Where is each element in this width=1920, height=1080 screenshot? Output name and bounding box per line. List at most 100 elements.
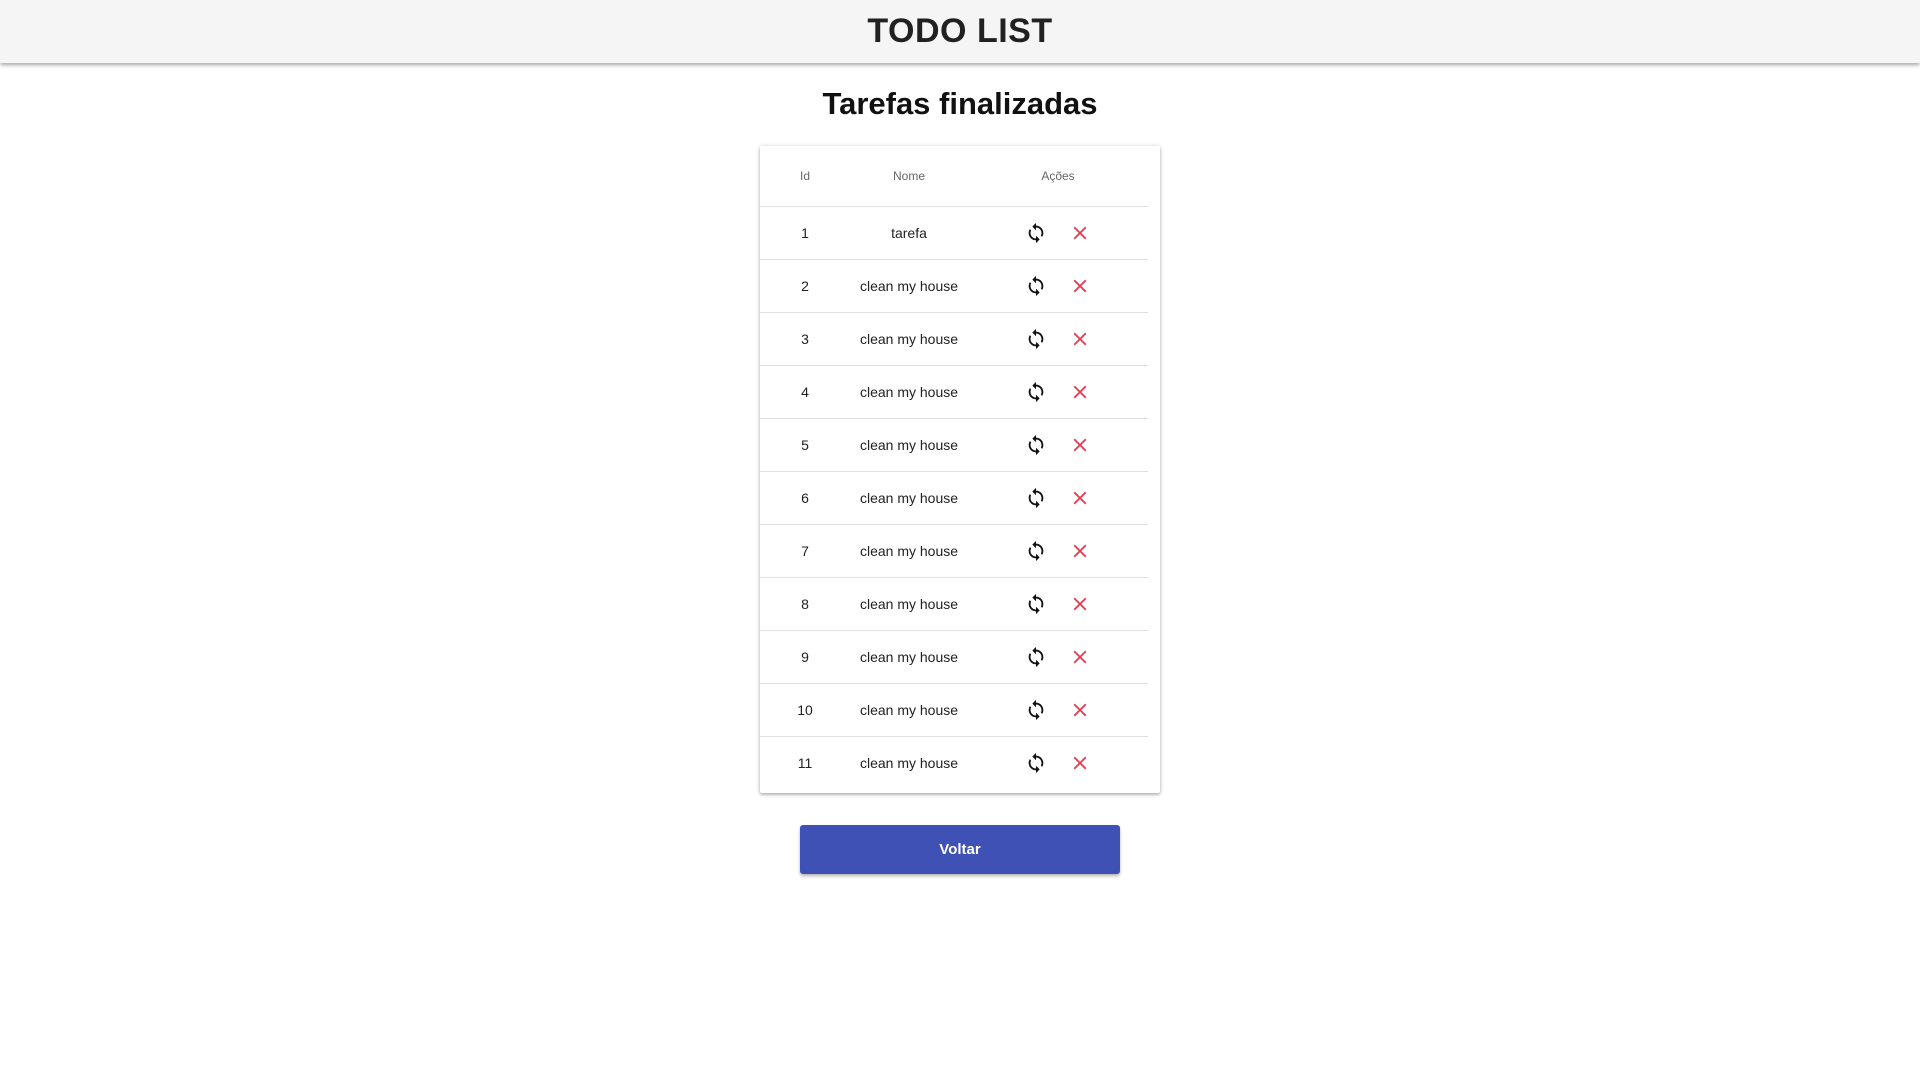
close-icon: [1069, 540, 1091, 562]
row-actions: [968, 578, 1148, 630]
app-title: TODO LIST: [867, 12, 1053, 50]
table-row: 9 clean my house: [760, 630, 1148, 684]
delete-task-button[interactable]: [1066, 431, 1094, 459]
delete-task-button[interactable]: [1066, 325, 1094, 353]
task-actions-cell: [968, 524, 1148, 578]
table-header-row: Id Nome Ações: [760, 146, 1148, 207]
task-actions-cell: [968, 630, 1148, 684]
task-name-cell: clean my house: [850, 365, 968, 419]
row-actions: [968, 525, 1148, 577]
restore-task-button[interactable]: [1022, 696, 1050, 724]
close-icon: [1069, 328, 1091, 350]
task-name-cell: clean my house: [850, 524, 968, 578]
row-actions: [968, 631, 1148, 683]
delete-task-button[interactable]: [1066, 484, 1094, 512]
restore-icon: [1025, 593, 1047, 615]
task-id-cell: 5: [760, 418, 850, 472]
task-name-cell: clean my house: [850, 630, 968, 684]
task-actions-cell: [968, 577, 1148, 631]
close-icon: [1069, 646, 1091, 668]
close-icon: [1069, 222, 1091, 244]
table-row: 11 clean my house: [760, 737, 1148, 790]
restore-task-button[interactable]: [1022, 484, 1050, 512]
task-name-cell: clean my house: [850, 418, 968, 472]
task-actions-cell: [968, 471, 1148, 525]
table-row: 7 clean my house: [760, 524, 1148, 578]
task-actions-cell: [968, 365, 1148, 419]
close-icon: [1069, 381, 1091, 403]
delete-task-button[interactable]: [1066, 537, 1094, 565]
table-row: 2 clean my house: [760, 259, 1148, 313]
delete-task-button[interactable]: [1066, 696, 1094, 724]
delete-task-button[interactable]: [1066, 272, 1094, 300]
restore-task-button[interactable]: [1022, 431, 1050, 459]
column-header-name: Nome: [850, 146, 968, 207]
table-body: 1 tarefa 2 clean my house 3 clean my hou…: [760, 206, 1148, 790]
restore-icon: [1025, 275, 1047, 297]
row-actions: [968, 472, 1148, 524]
task-name-cell: clean my house: [850, 471, 968, 525]
task-actions-cell: [968, 206, 1148, 260]
delete-task-button[interactable]: [1066, 643, 1094, 671]
row-actions: [968, 684, 1148, 736]
restore-icon: [1025, 487, 1047, 509]
table-row: 3 clean my house: [760, 312, 1148, 366]
restore-icon: [1025, 328, 1047, 350]
task-id-cell: 1: [760, 206, 850, 260]
task-id-cell: 9: [760, 630, 850, 684]
delete-task-button[interactable]: [1066, 749, 1094, 777]
row-actions: [968, 260, 1148, 312]
restore-icon: [1025, 222, 1047, 244]
restore-task-button[interactable]: [1022, 537, 1050, 565]
task-id-cell: 2: [760, 259, 850, 313]
restore-task-button[interactable]: [1022, 643, 1050, 671]
close-icon: [1069, 487, 1091, 509]
close-icon: [1069, 593, 1091, 615]
task-name-cell: clean my house: [850, 259, 968, 313]
close-icon: [1069, 434, 1091, 456]
restore-task-button[interactable]: [1022, 590, 1050, 618]
close-icon: [1069, 699, 1091, 721]
app-header: TODO LIST: [0, 0, 1920, 63]
task-name-cell: tarefa: [850, 206, 968, 260]
task-actions-cell: [968, 683, 1148, 737]
close-icon: [1069, 275, 1091, 297]
table-row: 5 clean my house: [760, 418, 1148, 472]
row-actions: [968, 419, 1148, 471]
restore-icon: [1025, 752, 1047, 774]
task-name-cell: clean my house: [850, 577, 968, 631]
table-row: 4 clean my house: [760, 365, 1148, 419]
restore-task-button[interactable]: [1022, 749, 1050, 777]
restore-task-button[interactable]: [1022, 219, 1050, 247]
table-row: 6 clean my house: [760, 471, 1148, 525]
task-id-cell: 10: [760, 683, 850, 737]
task-actions-cell: [968, 737, 1148, 790]
restore-task-button[interactable]: [1022, 272, 1050, 300]
tasks-card: Id Nome Ações 1 tarefa 2 clean my house …: [760, 146, 1160, 793]
delete-task-button[interactable]: [1066, 590, 1094, 618]
row-actions: [968, 207, 1148, 259]
task-name-cell: clean my house: [859, 755, 959, 771]
delete-task-button[interactable]: [1066, 378, 1094, 406]
table-row: 10 clean my house: [760, 683, 1148, 737]
table-row: 1 tarefa: [760, 206, 1148, 260]
task-id-cell: 7: [760, 524, 850, 578]
row-actions: [968, 313, 1148, 365]
column-header-id: Id: [760, 146, 850, 207]
task-name-cell: clean my house: [850, 312, 968, 366]
row-actions: [968, 366, 1148, 418]
table-row: 8 clean my house: [760, 577, 1148, 631]
task-actions-cell: [968, 312, 1148, 366]
column-header-actions: Ações: [968, 146, 1148, 207]
row-actions: [968, 737, 1148, 789]
back-button[interactable]: Voltar: [800, 825, 1120, 874]
restore-task-button[interactable]: [1022, 378, 1050, 406]
task-id-cell: 3: [760, 312, 850, 366]
task-id-cell: 4: [760, 365, 850, 419]
page-title: Tarefas finalizadas: [822, 86, 1098, 121]
task-name-cell: clean my house: [850, 683, 968, 737]
close-icon: [1069, 752, 1091, 774]
delete-task-button[interactable]: [1066, 219, 1094, 247]
restore-task-button[interactable]: [1022, 325, 1050, 353]
restore-icon: [1025, 381, 1047, 403]
